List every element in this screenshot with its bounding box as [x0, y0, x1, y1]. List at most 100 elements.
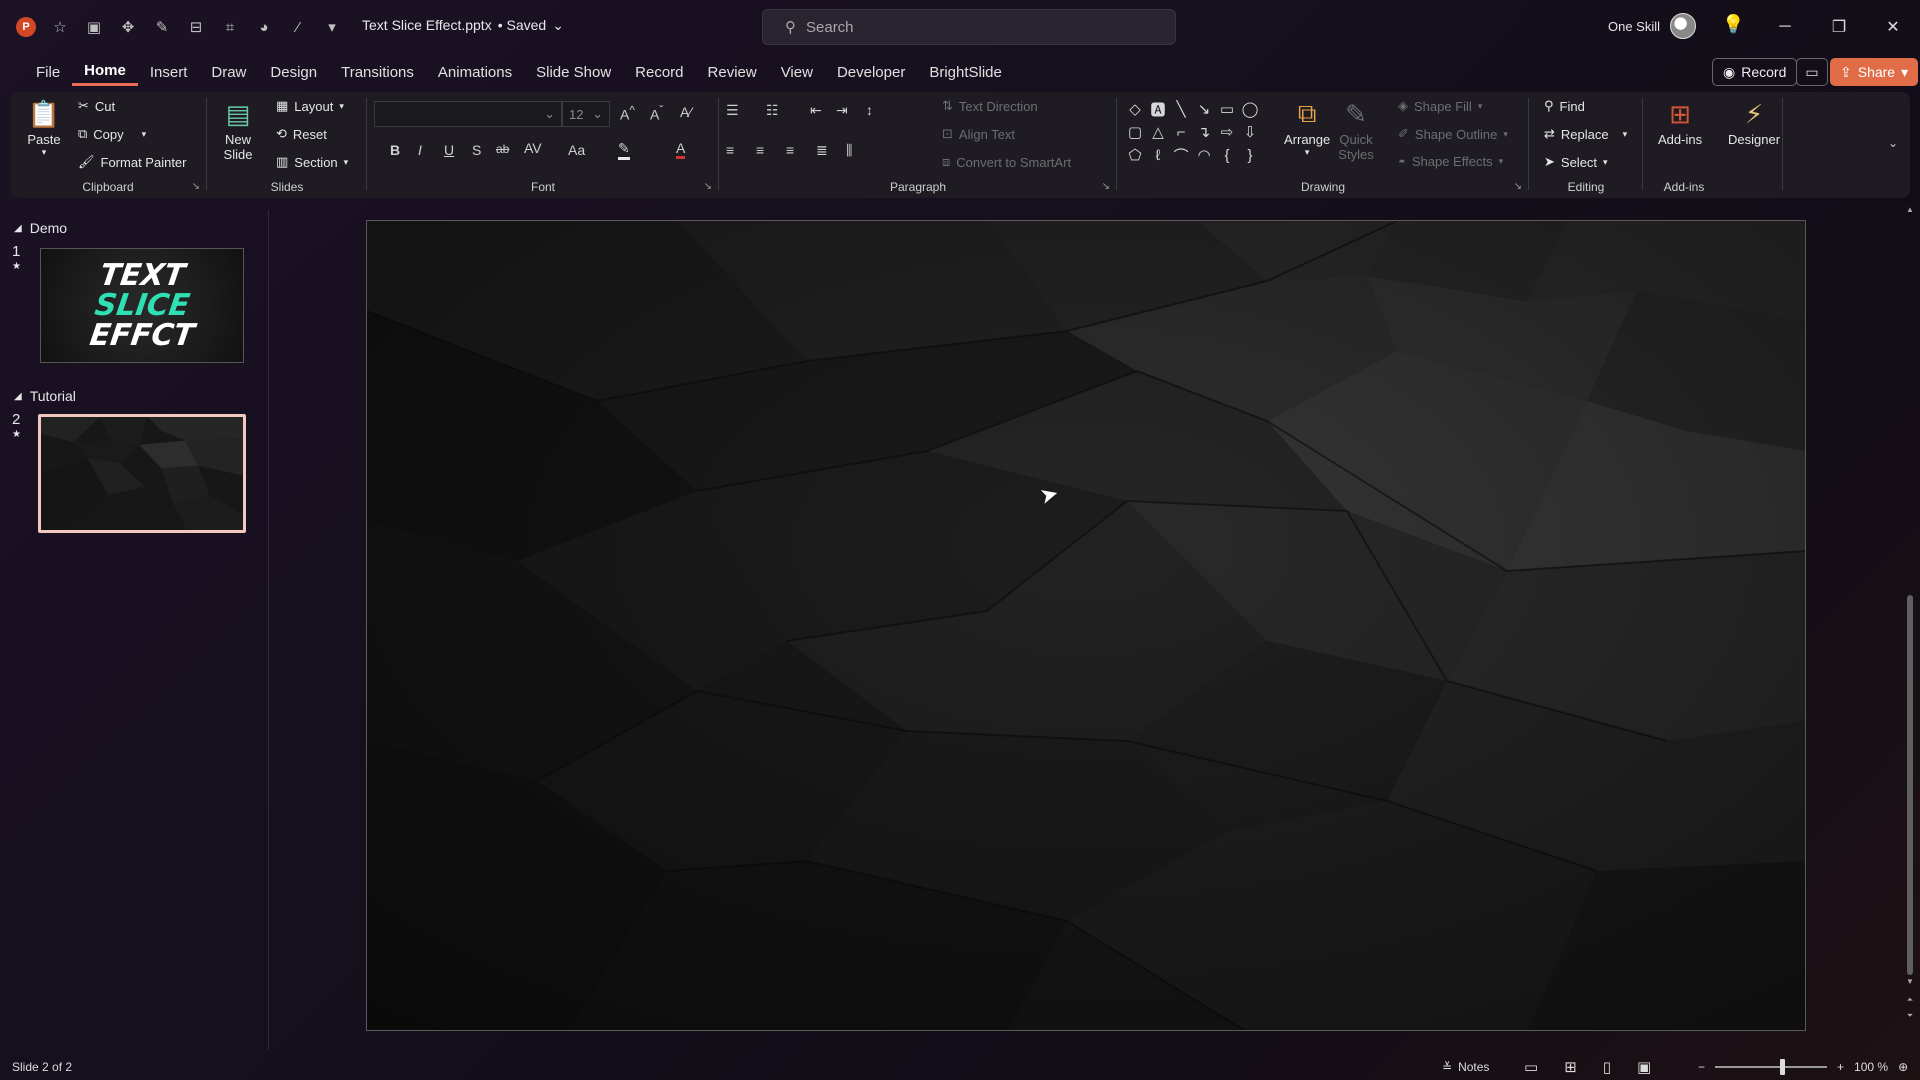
tab-review[interactable]: Review	[696, 58, 769, 86]
section-header-tutorial[interactable]: ◢ Tutorial	[14, 388, 76, 404]
section-button[interactable]: ▥ Section ▾	[276, 154, 348, 170]
arrange-button[interactable]: ⧉ Arrange ▾	[1284, 96, 1330, 158]
triangle-shape-icon[interactable]: △	[1147, 121, 1169, 143]
font-color-button[interactable]: A	[676, 140, 686, 159]
slide-thumbnail-1[interactable]: TEXT SLICE EFFCT	[40, 248, 244, 363]
dialog-launcher-icon[interactable]: ↘	[1102, 181, 1110, 192]
scroll-down-icon[interactable]: ▼	[1904, 977, 1916, 986]
shapes-gallery[interactable]: ◇ 🅰 ╲ ↘ ▭ ◯ ▢ △ ⌐ ↴ ⇨ ⇩ ⬠ ℓ ⌒ ◠ { }	[1124, 98, 1261, 166]
tab-view[interactable]: View	[769, 58, 825, 86]
slide-sorter-icon[interactable]: ⊞	[1564, 1058, 1577, 1076]
reading-view-icon[interactable]: ▯	[1603, 1058, 1611, 1076]
scribble-shape-icon[interactable]: ℓ	[1147, 144, 1169, 166]
tab-draw[interactable]: Draw	[199, 58, 258, 86]
tab-slide-show[interactable]: Slide Show	[524, 58, 623, 86]
pen-icon[interactable]: ✎	[152, 17, 172, 37]
bullets-icon[interactable]: ☰	[726, 102, 739, 119]
zoom-slider-knob[interactable]	[1780, 1059, 1786, 1075]
crop-icon[interactable]: ⌗	[220, 17, 240, 37]
scrollbar-thumb[interactable]	[1907, 595, 1913, 975]
restore-button[interactable]: ❐	[1812, 0, 1866, 54]
tab-insert[interactable]: Insert	[138, 58, 200, 86]
reset-button[interactable]: ⟲ Reset	[276, 126, 327, 142]
search-input[interactable]: ⚲ Search	[762, 9, 1176, 45]
tab-brightslide[interactable]: BrightSlide	[917, 58, 1014, 86]
copy-button[interactable]: ⧉ Copy ▾	[78, 126, 146, 142]
select-button[interactable]: ➤ Select ▾	[1544, 154, 1608, 170]
clear-formatting-icon[interactable]: A⁄	[680, 104, 692, 120]
oval-shape-icon[interactable]: ◯	[1239, 98, 1261, 120]
dialog-launcher-icon[interactable]: ↘	[704, 181, 712, 192]
font-size-select[interactable]: 12 ⌄	[562, 101, 610, 127]
tab-animations[interactable]: Animations	[426, 58, 524, 86]
justify-icon[interactable]: ≣	[816, 142, 828, 159]
layout-button[interactable]: ▦ Layout ▾	[276, 98, 344, 114]
quick-styles-button[interactable]: ✎ Quick Styles	[1338, 96, 1374, 163]
slide-canvas[interactable]	[366, 220, 1806, 1031]
shape-effects-button[interactable]: ◓ Shape Effects ▾	[1398, 154, 1503, 169]
record-button[interactable]: ◉ Record	[1712, 58, 1798, 86]
font-name-select[interactable]: ⌄	[374, 101, 562, 127]
tab-transitions[interactable]: Transitions	[329, 58, 426, 86]
numbering-icon[interactable]: ☷	[766, 102, 779, 119]
grow-font-icon[interactable]: A^	[620, 104, 635, 123]
line-spacing-icon[interactable]: ↕	[866, 102, 873, 118]
paste-button[interactable]: 📋 Paste ▾	[26, 96, 62, 158]
freeform-shape-icon[interactable]: ⬠	[1124, 144, 1146, 166]
tab-file[interactable]: File	[24, 58, 72, 86]
brace-right-shape-icon[interactable]: }	[1239, 144, 1261, 166]
bold-button[interactable]: B	[390, 142, 400, 158]
star-icon[interactable]: ☆	[50, 17, 70, 37]
collapse-ribbon-icon[interactable]: ⌄	[1888, 136, 1898, 150]
tab-record[interactable]: Record	[623, 58, 695, 86]
previous-slide-icon[interactable]: ⏶	[1904, 995, 1916, 1005]
diamond-shape-icon[interactable]: ◇	[1124, 98, 1146, 120]
elbow-arrow-shape-icon[interactable]: ↴	[1193, 121, 1215, 143]
change-case-button[interactable]: Aa	[568, 142, 585, 158]
find-button[interactable]: ⚲ Find	[1544, 98, 1585, 114]
align-right-icon[interactable]: ≡	[786, 142, 794, 158]
shrink-font-icon[interactable]: Aˇ	[650, 104, 663, 123]
fit-slide-icon[interactable]: ⊕	[1898, 1060, 1908, 1074]
section-header-demo[interactable]: ◢ Demo	[14, 220, 67, 236]
share-button[interactable]: ⇪ Share ▾	[1830, 58, 1919, 86]
notes-button[interactable]: ≚ Notes	[1442, 1060, 1489, 1074]
rounded-rect-shape-icon[interactable]: ▢	[1124, 121, 1146, 143]
dialog-launcher-icon[interactable]: ↘	[192, 181, 200, 192]
picture-icon[interactable]: ▣	[84, 17, 104, 37]
move-icon[interactable]: ✥	[118, 17, 138, 37]
new-slide-button[interactable]: ▤ New Slide	[220, 96, 256, 163]
italic-button[interactable]: I	[418, 142, 422, 158]
shape-icon[interactable]: ◕	[254, 17, 274, 37]
format-painter-button[interactable]: 🖌 Format Painter	[78, 154, 187, 170]
align-left-icon[interactable]: ≡	[726, 142, 734, 158]
user-account[interactable]: One Skill	[1608, 13, 1697, 39]
brace-left-shape-icon[interactable]: {	[1216, 144, 1238, 166]
text-direction-button[interactable]: ⇅ Text Direction	[942, 98, 1038, 114]
next-slide-icon[interactable]: ⏷	[1904, 1011, 1916, 1021]
arc-shape-icon[interactable]: ◠	[1193, 144, 1215, 166]
dialog-launcher-icon[interactable]: ↘	[1514, 181, 1522, 192]
cut-button[interactable]: ✂ Cut	[78, 98, 115, 114]
decrease-indent-icon[interactable]: ⇤	[810, 102, 822, 119]
eyedropper-icon[interactable]: ⁄	[288, 17, 308, 37]
line-shape-icon[interactable]: ╲	[1170, 98, 1192, 120]
normal-view-icon[interactable]: ▭	[1524, 1058, 1538, 1076]
elbow-connector-shape-icon[interactable]: ⌐	[1170, 121, 1192, 143]
zoom-out-icon[interactable]: −	[1698, 1060, 1705, 1074]
shape-outline-button[interactable]: ✐ Shape Outline ▾	[1398, 126, 1508, 142]
designer-button[interactable]: ⚡ Designer	[1728, 96, 1780, 148]
align-text-button[interactable]: ⊡ Align Text	[942, 126, 1015, 142]
zoom-level[interactable]: 100 %	[1854, 1060, 1888, 1074]
slideshow-view-icon[interactable]: ▣	[1637, 1058, 1651, 1076]
vertical-scrollbar[interactable]: ▲ ▼ ⏶ ⏷	[1904, 205, 1916, 1025]
lightbulb-icon[interactable]: 💡	[1722, 14, 1744, 35]
shadow-button[interactable]: S	[472, 142, 481, 158]
tab-home[interactable]: Home	[72, 58, 138, 86]
zoom-in-icon[interactable]: +	[1837, 1060, 1844, 1074]
zoom-slider[interactable]	[1715, 1059, 1828, 1075]
close-button[interactable]: ✕	[1866, 0, 1920, 54]
convert-smartart-button[interactable]: ⧈ Convert to SmartArt	[942, 154, 1071, 170]
minimize-button[interactable]: ─	[1758, 0, 1812, 54]
comments-button[interactable]: ▭	[1796, 58, 1828, 86]
